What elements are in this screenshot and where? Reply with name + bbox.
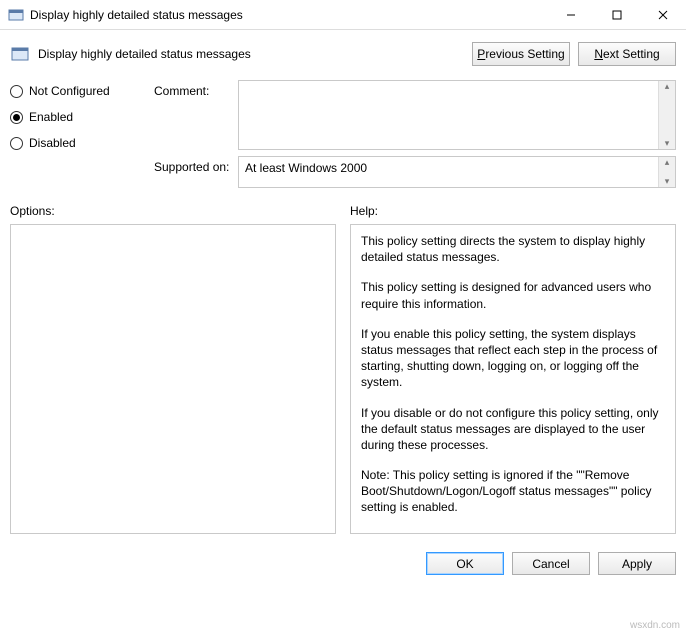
next-setting-button[interactable]: Next Setting [578, 42, 676, 66]
watermark: wsxdn.com [630, 620, 680, 631]
ok-button[interactable]: OK [426, 552, 504, 575]
help-text: This policy setting is designed for adva… [361, 279, 665, 311]
radio-icon [10, 85, 23, 98]
close-button[interactable] [640, 0, 686, 29]
help-text: If you enable this policy setting, the s… [361, 326, 665, 391]
help-panel: This policy setting directs the system t… [350, 224, 676, 534]
comment-label: Comment: [154, 80, 234, 98]
radio-not-configured[interactable]: Not Configured [10, 84, 150, 98]
minimize-button[interactable] [548, 0, 594, 29]
radio-disabled[interactable]: Disabled [10, 136, 150, 150]
policy-title: Display highly detailed status messages [38, 47, 464, 61]
dialog-footer: OK Cancel Apply [0, 544, 686, 587]
window-controls [548, 0, 686, 29]
supported-on-field: At least Windows 2000 ▴▾ [238, 156, 676, 188]
supported-on-label: Supported on: [154, 156, 234, 174]
state-radio-group: Not Configured Enabled Disabled [10, 80, 150, 150]
options-label: Options: [10, 204, 336, 218]
comment-textarea[interactable]: ▴▾ [238, 80, 676, 150]
radio-label: Not Configured [29, 84, 110, 98]
maximize-button[interactable] [594, 0, 640, 29]
radio-label: Disabled [29, 136, 76, 150]
previous-setting-button[interactable]: Previous Setting [472, 42, 570, 66]
scrollbar[interactable]: ▴▾ [658, 157, 675, 187]
policy-header: Display highly detailed status messages … [10, 38, 676, 76]
help-label: Help: [350, 204, 676, 218]
cancel-button[interactable]: Cancel [512, 552, 590, 575]
options-panel [10, 224, 336, 534]
help-text: If you disable or do not configure this … [361, 405, 665, 454]
radio-icon [10, 137, 23, 150]
chevron-up-icon: ▴ [665, 157, 670, 168]
apply-button[interactable]: Apply [598, 552, 676, 575]
app-icon [8, 7, 24, 23]
chevron-up-icon: ▴ [665, 81, 670, 92]
window-title: Display highly detailed status messages [30, 8, 548, 22]
title-bar: Display highly detailed status messages [0, 0, 686, 30]
policy-icon [10, 44, 30, 64]
chevron-down-icon: ▾ [665, 176, 670, 187]
radio-label: Enabled [29, 110, 73, 124]
radio-icon [10, 111, 23, 124]
chevron-down-icon: ▾ [665, 138, 670, 149]
scrollbar[interactable]: ▴▾ [658, 81, 675, 149]
supported-on-value: At least Windows 2000 [245, 161, 367, 175]
radio-enabled[interactable]: Enabled [10, 110, 150, 124]
help-text: This policy setting directs the system t… [361, 233, 665, 265]
help-text: Note: This policy setting is ignored if … [361, 467, 665, 516]
